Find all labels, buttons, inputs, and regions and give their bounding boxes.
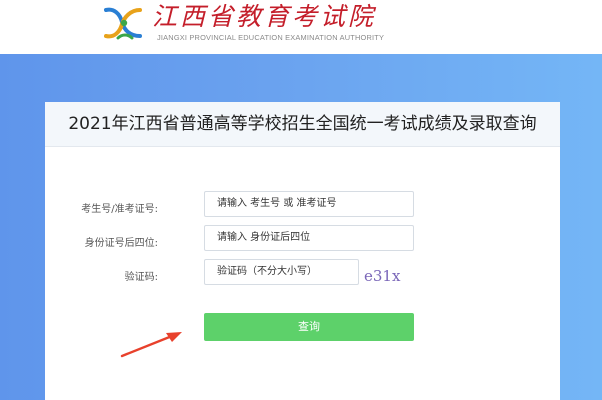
card-header: 2021年江西省普通高等学校招生全国统一考试成绩及录取查询 (45, 102, 560, 147)
captcha-image[interactable]: e31x (362, 262, 406, 286)
id-last-four-label: 身份证号后四位: (84, 238, 158, 249)
site-logo-title: 江西省教育考试院 (152, 2, 377, 31)
id-last-four-input[interactable]: 请输入 身份证后四位 (204, 225, 414, 251)
page-title: 2021年江西省普通高等学校招生全国统一考试成绩及录取查询 (68, 114, 537, 134)
candidate-number-label: 考生号/准考证号: (81, 204, 158, 215)
captcha-label: 验证码: (124, 272, 158, 283)
captcha-input[interactable]: 验证码（不分大小写） (204, 259, 359, 285)
site-logo-subtitle: JIANGXI PROVINCIAL EDUCATION EXAMINATION… (157, 33, 385, 42)
query-button[interactable]: 查询 (204, 313, 414, 341)
captcha-text: e31x (364, 267, 401, 285)
candidate-number-input[interactable]: 请输入 考生号 或 准考证号 (204, 191, 414, 217)
site-header: 江西省教育考试院 JIANGXI PROVINCIAL EDUCATION EX… (0, 0, 602, 54)
jx-logo-icon (104, 7, 142, 40)
red-arrow-icon (120, 332, 182, 358)
